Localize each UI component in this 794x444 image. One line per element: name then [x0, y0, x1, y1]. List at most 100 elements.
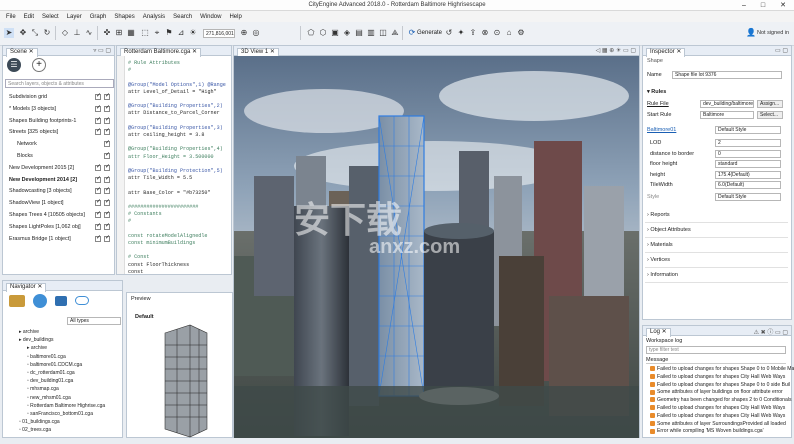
- shape-tool-5-icon[interactable]: ▤: [354, 28, 364, 38]
- align-icon[interactable]: ⊞: [114, 28, 124, 38]
- layer-visibility-checkbox[interactable]: [95, 163, 101, 171]
- navigator-tree-item[interactable]: ▸ archive: [27, 345, 47, 351]
- shape-tool-8-icon[interactable]: ⟁: [390, 28, 400, 38]
- code-line[interactable]: # Const: [128, 254, 149, 260]
- code-line[interactable]: attr Floor_Height = 3.500000: [128, 154, 214, 160]
- menu-window[interactable]: Window: [196, 14, 225, 20]
- log-message-row[interactable]: Failed to upload changes for shapes Shap…: [650, 366, 794, 372]
- layer-visibility-checkbox[interactable]: [104, 163, 110, 171]
- generate-button[interactable]: Generate: [417, 30, 442, 36]
- maximize-button[interactable]: □: [756, 0, 770, 11]
- code-line[interactable]: attr Base_Color = "#b73250": [128, 190, 211, 196]
- polygon-tool-icon[interactable]: ◇: [60, 28, 70, 38]
- log-tab[interactable]: Log ✕: [646, 328, 671, 337]
- rule-file-label[interactable]: Rule File: [647, 101, 669, 107]
- snap-icon[interactable]: ✜: [102, 28, 112, 38]
- tool-c-icon[interactable]: ⌂: [504, 28, 514, 38]
- scale-tool-icon[interactable]: ⤡: [30, 28, 40, 38]
- code-line[interactable]: #: [128, 67, 131, 73]
- code-line[interactable]: # Constants: [128, 211, 162, 217]
- scene-search-input[interactable]: Search layers, objects & attributes: [5, 79, 114, 88]
- layers-icon[interactable]: ☰: [7, 58, 21, 72]
- layer-visibility-checkbox[interactable]: [95, 198, 101, 207]
- layer-visibility-checkbox[interactable]: [95, 104, 101, 112]
- code-line[interactable]: @Group("Building Properties",2): [128, 103, 223, 109]
- code-line[interactable]: attr ceiling_height = 3.8: [128, 132, 204, 138]
- menu-edit[interactable]: Edit: [20, 14, 38, 20]
- navigator-tree-item[interactable]: ▫ dc_rotterdam01.cga: [27, 370, 75, 376]
- shape-tool-7-icon[interactable]: ◫: [378, 28, 388, 38]
- scene-layer-row[interactable]: Erasmus Bridge [1 object]: [9, 236, 71, 242]
- log-message-row[interactable]: Some attributes of layer buildings on fl…: [650, 389, 783, 395]
- inspector-section[interactable]: › Object Attributes: [647, 227, 785, 233]
- inspector-section[interactable]: › Information: [647, 272, 785, 278]
- globe-icon[interactable]: [33, 294, 47, 308]
- code-line[interactable]: #: [128, 218, 131, 224]
- layer-visibility-checkbox[interactable]: [104, 175, 110, 183]
- layer-visibility-checkbox[interactable]: [95, 116, 101, 124]
- attribute-value[interactable]: 2: [715, 139, 781, 147]
- scene-layer-row[interactable]: * Models [3 objects]: [9, 106, 56, 112]
- menu-layer[interactable]: Layer: [63, 14, 86, 20]
- layer-visibility-checkbox[interactable]: [95, 186, 101, 195]
- shape-tool-6-icon[interactable]: ▥: [366, 28, 376, 38]
- bookmark-icon[interactable]: ⚑: [164, 28, 174, 38]
- camera-icon[interactable]: ⌖: [152, 28, 162, 38]
- layer-visibility-checkbox[interactable]: [104, 234, 110, 242]
- layer-visibility-checkbox[interactable]: [104, 139, 110, 148]
- layer-visibility-checkbox[interactable]: [95, 222, 101, 230]
- log-message-row[interactable]: Some attributes of layer SurroundingsPro…: [650, 421, 786, 427]
- layer-visibility-checkbox[interactable]: [104, 127, 110, 136]
- layer-visibility-checkbox[interactable]: [95, 234, 101, 242]
- scene-panel-controls[interactable]: ▿ ▭ ▢: [93, 47, 111, 54]
- code-line[interactable]: attr Tile_Width = 5.5: [128, 175, 192, 181]
- start-rule-input[interactable]: Baltimore: [700, 111, 754, 119]
- scene-layer-row[interactable]: Blocks: [17, 153, 33, 159]
- light-icon[interactable]: ☀: [188, 28, 198, 38]
- navigator-tree-item[interactable]: ▸ archive: [19, 329, 39, 335]
- inspector-section[interactable]: › Materials: [647, 242, 785, 248]
- code-line[interactable]: @Group("Model Options",1) @Range: [128, 82, 226, 88]
- assign-button[interactable]: Assign...: [757, 100, 783, 108]
- code-line[interactable]: const FloorThickness: [128, 262, 189, 268]
- scene-layer-row[interactable]: Shadowcasting [3 objects]: [9, 188, 72, 194]
- attribute-value[interactable]: 6.0(Default): [715, 181, 781, 189]
- scene-layer-row[interactable]: ShadowView [1 object]: [9, 200, 63, 206]
- close-window-button[interactable]: ✕: [776, 0, 790, 11]
- menu-help[interactable]: Help: [225, 14, 245, 20]
- log-message-row[interactable]: Geometry has been changed for shapes 2 t…: [650, 397, 792, 403]
- log-message-row[interactable]: Error while compiling 'MS Woven building…: [650, 428, 764, 434]
- scene-layer-row[interactable]: Shapes Building footprints-1: [9, 118, 76, 124]
- layer-visibility-checkbox[interactable]: [95, 92, 101, 100]
- cleanup-icon[interactable]: ✦: [456, 28, 466, 38]
- layer-visibility-checkbox[interactable]: [104, 151, 110, 159]
- shape-tool-3-icon[interactable]: ▣: [330, 28, 340, 38]
- type-filter-dropdown[interactable]: All types: [67, 317, 121, 325]
- user-icon[interactable]: 👤: [746, 28, 756, 38]
- menu-analysis[interactable]: Analysis: [139, 14, 169, 20]
- log-message-row[interactable]: Failed to upload changes for shapes City…: [650, 413, 785, 419]
- street-tool-icon[interactable]: ⊥: [72, 28, 82, 38]
- layer-visibility-checkbox[interactable]: [104, 92, 110, 100]
- curve-tool-icon[interactable]: ∿: [84, 28, 94, 38]
- style-dropdown[interactable]: Default Style: [715, 193, 781, 201]
- frame-icon[interactable]: ⬚: [140, 28, 150, 38]
- name-input[interactable]: Shape file lot 9376: [672, 71, 782, 79]
- shape-tool-1-icon[interactable]: ⬠: [306, 28, 316, 38]
- move-tool-icon[interactable]: ✥: [18, 28, 28, 38]
- code-line[interactable]: const minimumBuildings: [128, 240, 195, 246]
- code-line[interactable]: attr Distance_to_Parcel_Corner: [128, 110, 220, 116]
- coordinate-field[interactable]: 271,816,001: [203, 29, 235, 38]
- attribute-value[interactable]: 175.4(Default): [715, 170, 781, 179]
- tool-b-icon[interactable]: ⊙: [492, 28, 502, 38]
- sign-in-status[interactable]: Not signed in: [757, 30, 789, 36]
- tool-a-icon[interactable]: ⊗: [480, 28, 490, 38]
- navigator-tree-item[interactable]: ▸ dev_buildings: [19, 337, 54, 343]
- scene-layer-row[interactable]: Shapes Trees 4 [10505 objects]: [9, 212, 85, 218]
- code-line[interactable]: #######################: [128, 204, 198, 210]
- navigator-tree-item[interactable]: ▫ new_mhsm01.cga: [27, 395, 71, 401]
- grid-icon[interactable]: ▦: [126, 28, 136, 38]
- menu-graph[interactable]: Graph: [86, 14, 111, 20]
- menu-search[interactable]: Search: [169, 14, 196, 20]
- navigator-tab[interactable]: Navigator ✕: [6, 283, 47, 292]
